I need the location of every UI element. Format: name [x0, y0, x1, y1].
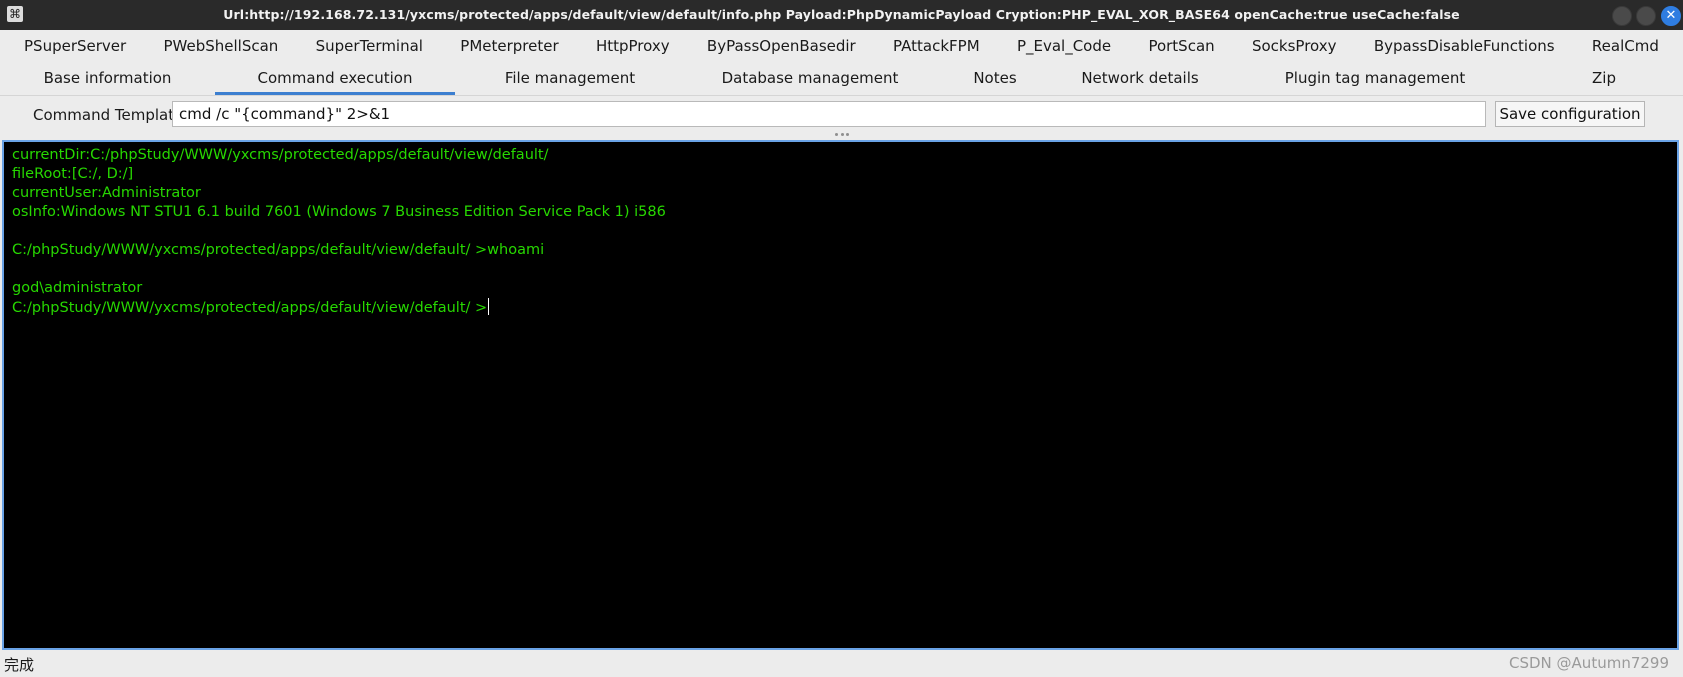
command-template-row: Command Template Save configuration — [0, 98, 1683, 132]
main-tab-bar: Base information Command execution File ma… — [0, 63, 1683, 96]
plugin-tab-psuperserver[interactable]: PSuperServer — [24, 37, 126, 55]
plugin-tab-bypassopenbasedir[interactable]: ByPassOpenBasedir — [707, 37, 856, 55]
status-text: 完成 — [4, 656, 35, 674]
text-cursor — [488, 298, 490, 315]
tab-network-details[interactable]: Network details — [1055, 63, 1225, 95]
plugin-tab-realcmd[interactable]: RealCmd — [1592, 37, 1659, 55]
terminal-line: currentUser:Administrator — [12, 185, 201, 201]
maximize-button[interactable] — [1636, 6, 1656, 26]
terminal-line: C:/phpStudy/WWW/yxcms/protected/apps/def… — [12, 242, 545, 258]
terminal-line: C:/phpStudy/WWW/yxcms/protected/apps/def… — [12, 298, 490, 316]
plugin-tab-socksproxy[interactable]: SocksProxy — [1252, 37, 1337, 55]
terminal-line: osInfo:Windows NT STU1 6.1 build 7601 (W… — [12, 204, 666, 220]
grip-dot-icon — [835, 133, 838, 136]
window-title: Url:http://192.168.72.131/yxcms/protecte… — [223, 7, 1460, 22]
terminal-line: currentDir:C:/phpStudy/WWW/yxcms/protect… — [12, 147, 549, 163]
plugin-tab-bypassdisablefunctions[interactable]: BypassDisableFunctions — [1374, 37, 1555, 55]
plugin-tab-bar: PSuperServer PWebShellScan SuperTerminal PM… — [0, 31, 1683, 61]
terminal-line: fileRoot:[C:/, D:/] — [12, 166, 134, 182]
plugin-tab-pattackfpm[interactable]: PAttackFPM — [893, 37, 980, 55]
command-terminal[interactable]: currentDir:C:/phpStudy/WWW/yxcms/protect… — [2, 140, 1679, 650]
plugin-tab-portscan[interactable]: PortScan — [1148, 37, 1214, 55]
close-button[interactable]: ✕ — [1661, 6, 1681, 26]
tab-base-information[interactable]: Base information — [0, 63, 215, 95]
plugin-tab-superterminal[interactable]: SuperTerminal — [316, 37, 423, 55]
minimize-button[interactable] — [1612, 6, 1632, 26]
tab-notes[interactable]: Notes — [935, 63, 1055, 95]
grip-dot-icon — [846, 133, 849, 136]
plugin-tab-httpproxy[interactable]: HttpProxy — [596, 37, 670, 55]
plugin-tab-p-eval-code[interactable]: P_Eval_Code — [1017, 37, 1111, 55]
command-template-label: Command Template — [33, 106, 184, 124]
save-configuration-button[interactable]: Save configuration — [1495, 101, 1645, 127]
splitter-handle[interactable] — [835, 133, 849, 137]
tab-zip[interactable]: Zip — [1525, 63, 1683, 95]
command-template-input[interactable] — [172, 101, 1486, 127]
tab-database-management[interactable]: Database management — [685, 63, 935, 95]
title-bar: ⌘ Url:http://192.168.72.131/yxcms/protec… — [0, 0, 1683, 30]
tab-command-execution[interactable]: Command execution — [215, 63, 455, 95]
grip-dot-icon — [840, 133, 844, 136]
terminal-line: god\administrator — [12, 280, 143, 296]
watermark: CSDN @Autumn7299 — [1509, 654, 1669, 672]
plugin-tab-pmeterpreter[interactable]: PMeterpreter — [460, 37, 558, 55]
tab-plugin-tag-management[interactable]: Plugin tag management — [1225, 63, 1525, 95]
tab-file-management[interactable]: File management — [455, 63, 685, 95]
plugin-tab-pwebshellscan[interactable]: PWebShellScan — [164, 37, 279, 55]
status-bar: 完成 CSDN @Autumn7299 — [0, 652, 1683, 677]
